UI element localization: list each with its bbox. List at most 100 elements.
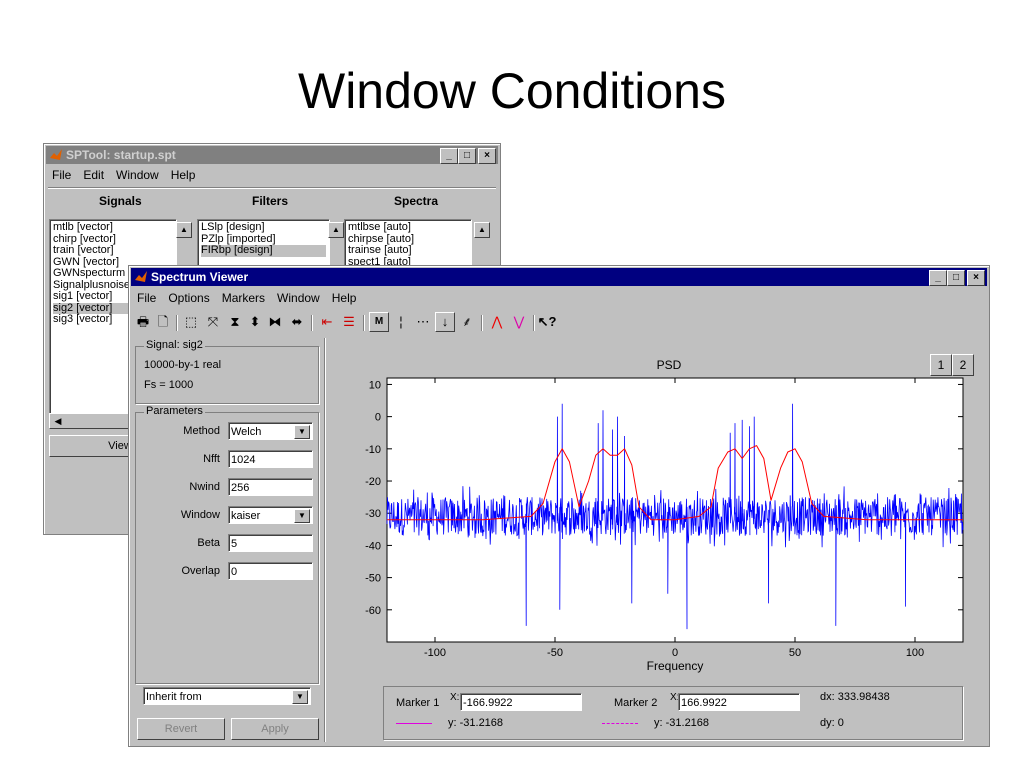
zoom-box-icon[interactable]: ⬚: [181, 312, 201, 332]
select-line-icon[interactable]: ⇤: [317, 312, 337, 332]
close-icon[interactable]: ×: [967, 270, 985, 286]
viewer-menubar: File Options Markers Window Help: [133, 289, 356, 307]
marker2-label: Marker 2: [614, 697, 658, 709]
close-icon[interactable]: ×: [478, 148, 496, 164]
overlap-label: Overlap: [181, 565, 220, 577]
matlab-logo-icon: [50, 149, 62, 160]
revert-button[interactable]: Revert: [137, 718, 225, 740]
list-item[interactable]: mtlb [vector]: [53, 221, 173, 234]
marker-panel: Marker 1 X: -166.9922 y: -31.2168 Marker…: [383, 686, 963, 740]
sample-rate-text: Fs = 1000: [144, 379, 194, 391]
minimize-icon[interactable]: _: [440, 148, 458, 164]
spectra-header: Spectra: [394, 194, 439, 208]
list-item[interactable]: trainse [auto]: [348, 244, 468, 257]
dropdown-arrow-icon[interactable]: ▼: [294, 509, 310, 523]
list-item[interactable]: LSlp [design]: [201, 221, 326, 234]
zoom-x-in-icon[interactable]: ⧓: [265, 312, 285, 332]
list-item[interactable]: FIRbp [design]: [201, 244, 326, 257]
y-tick-label: -50: [365, 573, 381, 585]
y-tick-label: -10: [365, 444, 381, 456]
slope-markers-icon[interactable]: ⸙: [457, 312, 477, 332]
y-tick-label: -40: [365, 540, 381, 552]
psd-plot[interactable]: PSD 100-10-20-30-40-50-60 -100 -50 0 50 100 …: [333, 344, 985, 684]
maximize-icon[interactable]: □: [458, 148, 476, 164]
menu-options[interactable]: Options: [168, 289, 209, 307]
marker1-y-text: y: -31.2168: [448, 717, 504, 729]
nfft-input[interactable]: 1024: [228, 450, 313, 468]
inherit-from-select[interactable]: Inherit from ▼: [143, 687, 311, 705]
maximize-icon[interactable]: □: [947, 270, 965, 286]
line-style-icon[interactable]: ☰: [339, 312, 359, 332]
menu-help[interactable]: Help: [171, 166, 196, 184]
inherit-from-value: Inherit from: [146, 691, 202, 703]
minimize-icon[interactable]: _: [929, 270, 947, 286]
marker2-x-input[interactable]: 166.9922: [678, 693, 800, 711]
matlab-logo-icon: [135, 271, 147, 282]
signal-info-frame: Signal: sig2 10000-by-1 real Fs = 1000: [135, 339, 319, 404]
valleys-icon[interactable]: ⋁: [509, 312, 529, 332]
menu-markers[interactable]: Markers: [222, 289, 265, 307]
spectrum-viewer-window[interactable]: Spectrum Viewer _ □ × File Options Marke…: [128, 265, 990, 747]
y-tick-label: 0: [375, 412, 381, 424]
dropdown-arrow-icon[interactable]: ▼: [294, 425, 310, 439]
method-select[interactable]: Welch ▼: [228, 422, 313, 440]
toolbar: 🖶 🗋 ⬚ ⤧ ⧗ ⬍ ⧓ ⬌ ⇤ ☰ M ¦ ⋯ ↓ ⸙ ⋀ ⋁ ↖?: [133, 312, 613, 334]
apply-button[interactable]: Apply: [231, 718, 319, 740]
viewer-title: Spectrum Viewer: [151, 270, 249, 284]
x-tick-label: 50: [789, 647, 801, 659]
scroll-left-icon[interactable]: ◀: [51, 414, 65, 428]
horizontal-markers-icon[interactable]: ⋯: [413, 312, 433, 332]
peaks-icon[interactable]: ⋀: [487, 312, 507, 332]
parameters-frame-label: Parameters: [144, 405, 205, 417]
x-tick-label: -100: [424, 647, 446, 659]
menu-window[interactable]: Window: [116, 166, 159, 184]
x-tick-label: -50: [547, 647, 563, 659]
scroll-up-icon[interactable]: ▲: [474, 222, 490, 238]
slide-title: Window Conditions: [298, 63, 726, 119]
menu-file[interactable]: File: [52, 166, 71, 184]
window-label: Window: [180, 509, 220, 521]
viewer-titlebar[interactable]: Spectrum Viewer: [131, 268, 987, 286]
sptool-window-buttons: _ □ ×: [440, 148, 496, 164]
signal-frame-label: Signal: sig2: [144, 339, 205, 351]
y-tick-label: 10: [369, 379, 381, 391]
x-tick-label: 100: [906, 647, 924, 659]
subplot-tab-2[interactable]: 2: [952, 354, 974, 376]
beta-input[interactable]: 5: [228, 534, 313, 552]
whats-this-help-icon[interactable]: ↖?: [537, 312, 557, 332]
scroll-up-icon[interactable]: ▲: [176, 222, 192, 238]
window-value: kaiser: [231, 510, 261, 522]
track-markers-icon[interactable]: ↓: [435, 312, 455, 332]
menu-edit[interactable]: Edit: [83, 166, 104, 184]
subplot-tab-1[interactable]: 1: [930, 354, 952, 376]
dropdown-arrow-icon[interactable]: ▼: [292, 690, 308, 704]
overlap-input[interactable]: 0: [228, 562, 313, 580]
marker1-x-label: X:: [450, 692, 460, 703]
marker1-label: Marker 1: [396, 697, 440, 709]
window-select[interactable]: kaiser ▼: [228, 506, 313, 524]
signals-header: Signals: [99, 194, 142, 208]
method-label: Method: [183, 425, 220, 437]
list-item[interactable]: train [vector]: [53, 244, 173, 257]
sptool-menubar: File Edit Window Help: [48, 166, 195, 184]
beta-label: Beta: [197, 537, 220, 549]
vertical-markers-icon[interactable]: ¦: [391, 312, 411, 332]
menu-file[interactable]: File: [137, 289, 156, 307]
list-item[interactable]: mtlbse [auto]: [348, 221, 468, 234]
viewer-window-buttons: _ □ ×: [929, 270, 985, 286]
print-icon[interactable]: 🖶: [133, 312, 153, 332]
markers-toggle-icon[interactable]: M: [369, 312, 389, 332]
scroll-up-icon[interactable]: ▲: [328, 222, 344, 238]
nwind-input[interactable]: 256: [228, 478, 313, 496]
zoom-out-icon[interactable]: ⤧: [203, 312, 223, 332]
marker1-x-input[interactable]: -166.9922: [460, 693, 582, 711]
parameters-frame: Parameters Method Welch ▼ Nfft 1024 Nwin…: [135, 405, 319, 684]
zoom-y-out-icon[interactable]: ⬍: [245, 312, 265, 332]
menu-window[interactable]: Window: [277, 289, 320, 307]
print-preview-icon[interactable]: 🗋: [153, 312, 173, 332]
sptool-titlebar[interactable]: SPTool: startup.spt: [46, 146, 498, 164]
zoom-x-out-icon[interactable]: ⬌: [287, 312, 307, 332]
menu-help[interactable]: Help: [332, 289, 357, 307]
marker1-line-swatch: [396, 723, 432, 724]
zoom-y-in-icon[interactable]: ⧗: [225, 312, 245, 332]
